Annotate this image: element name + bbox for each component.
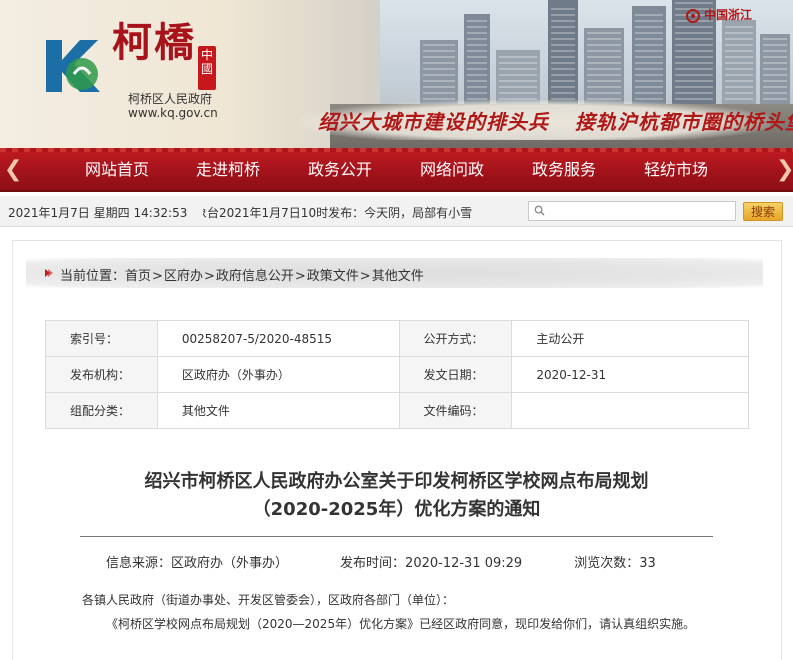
- nav-item-about[interactable]: 走进柯桥: [172, 148, 284, 190]
- article-byline: 信息来源：区政府办（外事办） 发布时间：2020-12-31 09:29 浏览次数：…: [106, 552, 656, 571]
- source-value: 区政府办（外事办）: [171, 556, 289, 571]
- publisher-value: 区政府办（外事办）: [156, 356, 400, 393]
- banner-slogan: 绍兴大城市建设的排头兵 接轨沪杭都市圈的桥头堡: [318, 106, 793, 135]
- main-nav: ❮ 网站首页 走进柯桥 政务公开 网络问政 政务服务 轻纺市场 ❯: [0, 148, 793, 192]
- disclosure-mode-value: 主动公开: [511, 320, 749, 357]
- publish-time-label: 发布时间：: [340, 556, 406, 571]
- category-value: 其他文件: [156, 392, 400, 429]
- article-title-line-2: （2020-2025年）优化方案的通知: [252, 499, 541, 520]
- nav-right-ornament-icon: ❯: [776, 157, 793, 182]
- breadcrumb-prefix: 当前位置：: [60, 269, 126, 284]
- breadcrumb-home[interactable]: 首页: [125, 269, 151, 284]
- zhejiang-link[interactable]: 中国浙江: [686, 6, 752, 23]
- search-icon: [534, 205, 545, 216]
- source-label: 信息来源：: [106, 556, 172, 571]
- table-row: 组配分类： 其他文件 文件编码：: [45, 392, 749, 429]
- breadcrumb-info-disclosure[interactable]: 政府信息公开: [216, 269, 294, 284]
- header-banner: 绍兴大城市建设的排头兵 接轨沪杭都市圈的桥头堡 柯橋 中國 柯桥区人民政府 www…: [0, 0, 793, 148]
- table-row: 索引号： 00258207-5/2020-48515 公开方式： 主动公开: [45, 320, 749, 357]
- doc-code-value: [511, 392, 749, 429]
- article-title-line-1: 绍兴市柯桥区人民政府办公室关于印发柯桥区学校网点布局规划: [144, 471, 649, 492]
- title-divider: [80, 536, 713, 537]
- article-paragraph: 各镇人民政府（街道办事处、开发区管委会），区政府各部门（单位）：: [82, 593, 455, 607]
- document-meta-table: 索引号： 00258207-5/2020-48515 公开方式： 主动公开 发布…: [45, 320, 749, 429]
- breadcrumb-separator: >: [359, 269, 371, 284]
- logo-subtitle: 柯桥区人民政府: [128, 92, 213, 106]
- views-label: 浏览次数：: [574, 556, 640, 571]
- slogan-part-1: 绍兴大城市建设的排头兵: [318, 110, 549, 134]
- nav-left-ornament-icon: ❮: [4, 157, 23, 182]
- breadcrumb: 当前位置：首页>区府办>政府信息公开>政策文件>其他文件: [60, 265, 424, 284]
- table-row: 发布机构： 区政府办（外事办） 发文日期： 2020-12-31: [45, 356, 749, 393]
- publisher-label: 发布机构：: [45, 356, 158, 393]
- breadcrumb-separator: >: [294, 269, 306, 284]
- nav-item-open-gov[interactable]: 政务公开: [284, 148, 396, 190]
- search-button[interactable]: 搜索: [743, 202, 783, 221]
- breadcrumb-arrow-icon: [45, 269, 53, 277]
- issue-date-value: 2020-12-31: [511, 356, 749, 393]
- nav-item-market[interactable]: 轻纺市场: [620, 148, 732, 190]
- nav-item-home[interactable]: 网站首页: [61, 148, 173, 190]
- seal-badge: 中國: [198, 46, 216, 90]
- search-input[interactable]: [528, 201, 736, 221]
- article-title: 绍兴市柯桥区人民政府办公室关于印发柯桥区学校网点布局规划 （2020-2025年…: [0, 468, 793, 524]
- logo-url: www.kq.gov.cn: [128, 106, 218, 120]
- breadcrumb-other-docs[interactable]: 其他文件: [372, 269, 424, 284]
- kq-logo-icon[interactable]: [40, 30, 112, 96]
- index-no-label: 索引号：: [45, 320, 158, 357]
- index-no-value: 00258207-5/2020-48515: [156, 320, 400, 357]
- breadcrumb-separator: >: [152, 269, 163, 284]
- publish-time-value: 2020-12-31 09:29: [405, 556, 523, 571]
- zhejiang-label: 中国浙江: [704, 8, 753, 22]
- breadcrumb-policy-docs[interactable]: 政策文件: [307, 269, 359, 284]
- breadcrumb-separator: >: [203, 269, 215, 284]
- doc-code-label: 文件编码：: [398, 392, 513, 429]
- breadcrumb-office[interactable]: 区府办: [164, 269, 203, 284]
- article-paragraph: 《柯桥区学校网点布局规划（2020—2025年）优化方案》已经区政府同意，现印发…: [106, 617, 696, 631]
- weather-text: 象台2021年1月7日10时发布：今天阴，局部有小雪: [203, 206, 473, 220]
- nav-item-inquiry[interactable]: 网络问政: [396, 148, 508, 190]
- zhejiang-emblem-icon: [686, 9, 700, 23]
- disclosure-mode-label: 公开方式：: [398, 320, 513, 357]
- views-value: 33: [639, 556, 656, 571]
- issue-date-label: 发文日期：: [398, 356, 513, 393]
- slogan-part-2: 接轨沪杭都市圈的桥头堡: [575, 110, 793, 134]
- current-date: 2021年1月7日 星期四 14:32:53: [8, 206, 188, 220]
- nav-item-services[interactable]: 政务服务: [508, 148, 620, 190]
- category-label: 组配分类：: [45, 392, 158, 429]
- weather-ticker: 象台2021年1月7日10时发布：今天阴，局部有小雪: [203, 204, 486, 220]
- site-name: 柯橋: [112, 19, 196, 66]
